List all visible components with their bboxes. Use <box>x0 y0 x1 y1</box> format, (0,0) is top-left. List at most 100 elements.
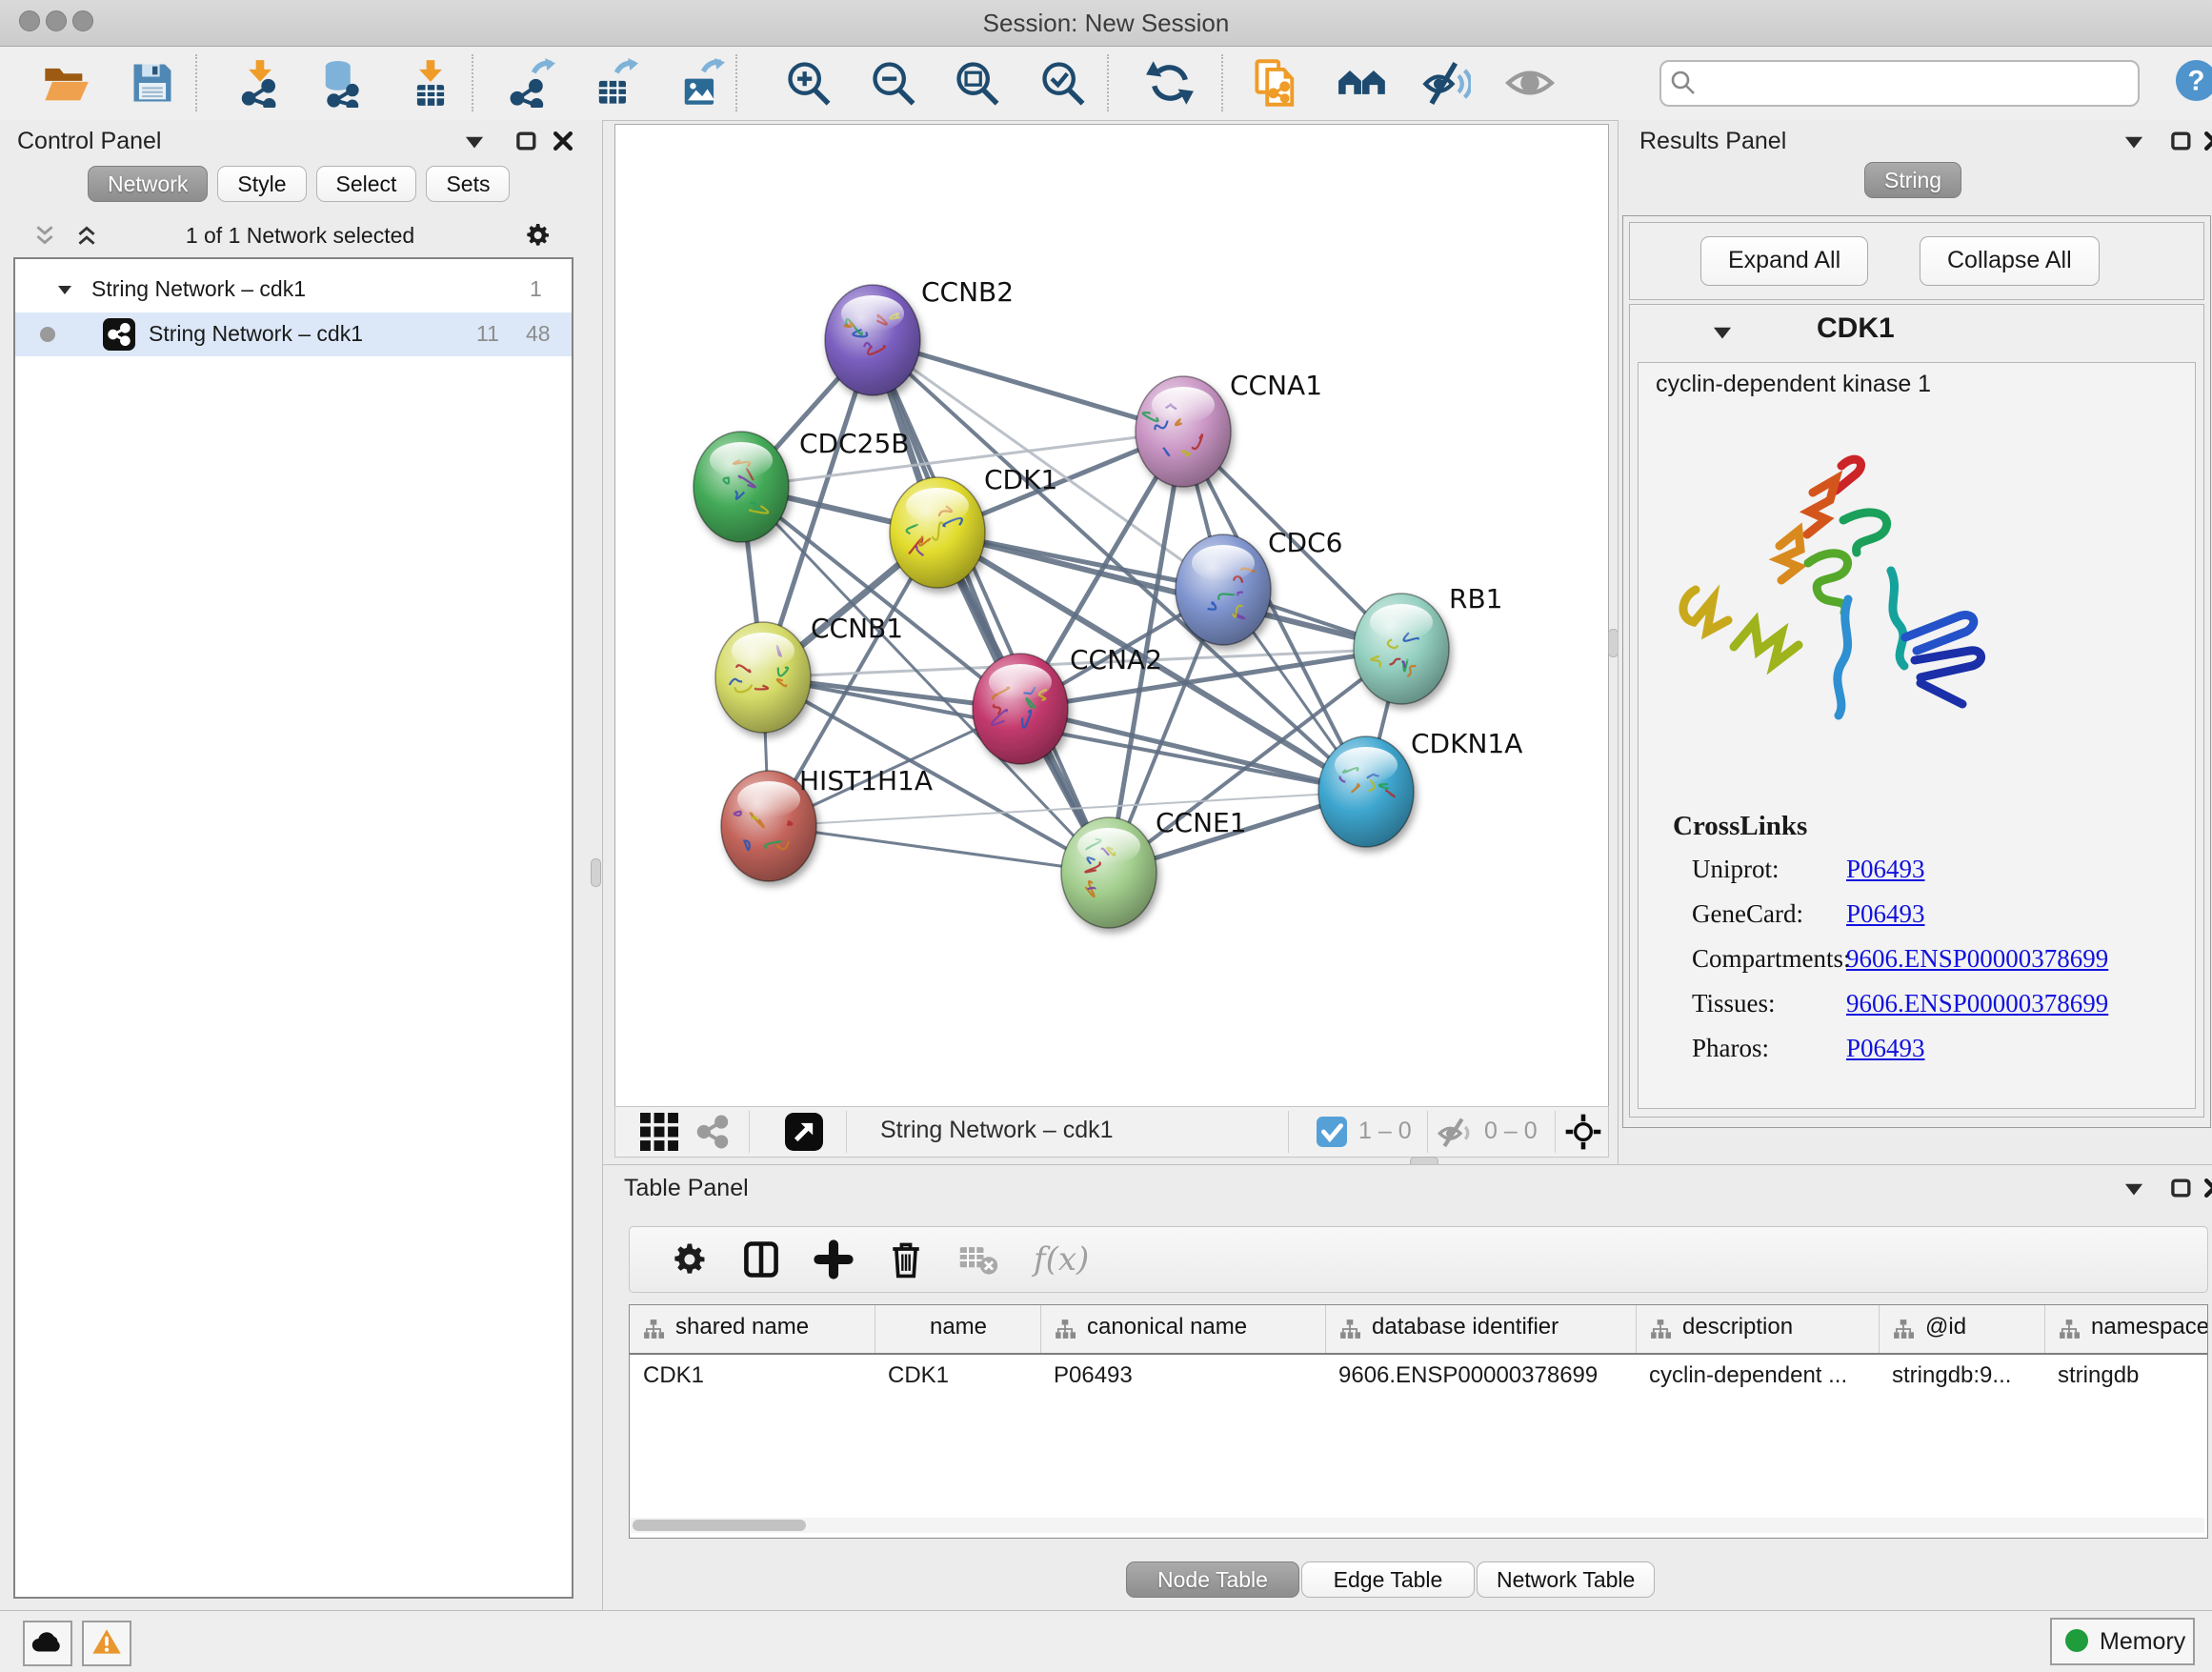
table-cell[interactable]: P06493 <box>1040 1355 1325 1397</box>
save-session-button[interactable] <box>128 58 177 108</box>
export-table-button[interactable] <box>589 58 638 108</box>
node-label-CDK1: CDK1 <box>984 464 1057 495</box>
table-settings-gear-icon[interactable] <box>668 1239 710 1280</box>
export-image-button[interactable] <box>675 58 725 108</box>
table-cell[interactable]: stringdb <box>2044 1355 2208 1397</box>
crosslink-link[interactable]: P06493 <box>1846 855 1925 884</box>
network-options-gear-icon[interactable] <box>522 220 553 251</box>
network-node-count: 11 <box>476 321 499 347</box>
memory-button[interactable]: Memory <box>2050 1618 2195 1665</box>
apply-layout-button[interactable] <box>1145 58 1195 108</box>
network-node-CDKN1A[interactable] <box>1318 736 1414 847</box>
import-network-button[interactable] <box>235 58 285 108</box>
clone-network-button[interactable] <box>1252 58 1301 108</box>
expand-all-networks-icon[interactable] <box>74 223 99 248</box>
cloud-button[interactable] <box>23 1621 72 1666</box>
crosslink-link[interactable]: P06493 <box>1846 899 1925 929</box>
panel-close-icon[interactable] <box>2202 129 2212 153</box>
network-node-CCNA1[interactable] <box>1136 376 1231 487</box>
hide-selected-button[interactable] <box>1421 58 1471 108</box>
add-column-icon[interactable] <box>813 1239 855 1280</box>
show-columns-icon[interactable] <box>740 1239 782 1280</box>
network-canvas[interactable]: CCNB2CCNA1CDC25BCDK1CDC6RB1CCNB1CCNA2CDK… <box>614 124 1609 1107</box>
panel-float-icon[interactable] <box>2169 129 2194 153</box>
protein-expander-icon[interactable] <box>1710 320 1735 345</box>
import-table-button[interactable] <box>406 58 455 108</box>
expand-all-button[interactable]: Expand All <box>1700 236 1868 286</box>
panel-menu-icon[interactable] <box>462 130 487 154</box>
network-node-CDC25B[interactable] <box>694 432 789 542</box>
panel-float-icon[interactable] <box>2169 1176 2194 1200</box>
crosslink-link[interactable]: 9606.ENSP00000378699 <box>1846 944 2108 974</box>
network-edge[interactable] <box>1020 709 1366 792</box>
birdseye-view-icon[interactable] <box>785 1113 823 1151</box>
first-neighbors-button[interactable] <box>1337 58 1387 108</box>
panel-float-icon[interactable] <box>514 129 539 153</box>
panel-menu-icon[interactable] <box>2122 1177 2146 1201</box>
network-edge[interactable] <box>769 826 1109 873</box>
panel-menu-icon[interactable] <box>2122 130 2146 154</box>
export-network-button[interactable] <box>506 58 555 108</box>
table-cell[interactable]: cyclin-dependent ... <box>1636 1355 1879 1397</box>
delete-column-icon[interactable] <box>885 1239 927 1280</box>
collapse-all-button[interactable]: Collapse All <box>1920 236 2100 286</box>
tab-style[interactable]: Style <box>217 166 306 202</box>
column-header[interactable]: namespace <box>2044 1305 2208 1353</box>
table-cell[interactable]: 9606.ENSP00000378699 <box>1325 1355 1636 1397</box>
zoom-fit-button[interactable] <box>953 58 1002 108</box>
current-network-dot <box>40 327 55 342</box>
network-node-CDK1[interactable] <box>890 477 985 588</box>
network-node-CDC6[interactable] <box>1176 534 1271 645</box>
import-database-button[interactable] <box>316 58 366 108</box>
table-tabs: Node TableEdge TableNetwork Table <box>1126 1561 1655 1598</box>
tab-edge-table[interactable]: Edge Table <box>1301 1561 1475 1598</box>
tab-network-table[interactable]: Network Table <box>1477 1561 1655 1598</box>
selected-checkbox-icon[interactable] <box>1317 1117 1347 1147</box>
collapse-all-networks-icon[interactable] <box>32 223 57 248</box>
panel-close-icon[interactable] <box>551 129 575 153</box>
grid-view-icon[interactable] <box>640 1113 678 1151</box>
column-header[interactable]: shared name <box>630 1305 875 1353</box>
crosslink-link[interactable]: 9606.ENSP00000378699 <box>1846 989 2108 1018</box>
table-cell[interactable]: CDK1 <box>630 1355 875 1397</box>
column-header[interactable]: description <box>1636 1305 1880 1353</box>
table-horizontal-scrollbar[interactable] <box>631 1518 2204 1533</box>
network-node-CCNA2[interactable] <box>973 654 1068 764</box>
tab-string[interactable]: String <box>1864 162 1961 198</box>
network-node-CCNB1[interactable] <box>715 622 811 733</box>
left-splitter-handle[interactable] <box>591 858 601 887</box>
fit-selected-crosshair-icon[interactable] <box>1564 1113 1602 1151</box>
node-table[interactable]: shared namenamecanonical namedatabase id… <box>629 1304 2208 1539</box>
network-node-CCNB2[interactable] <box>825 285 920 395</box>
table-cell[interactable]: stringdb:9... <box>1879 1355 2044 1397</box>
help-button[interactable]: ? <box>2174 58 2212 103</box>
tab-network[interactable]: Network <box>88 166 208 202</box>
network-node-RB1[interactable] <box>1354 594 1449 704</box>
zoom-out-button[interactable] <box>869 58 918 108</box>
table-cell[interactable]: CDK1 <box>875 1355 1040 1397</box>
toolbar-separator <box>472 54 473 111</box>
tree-expander-icon[interactable] <box>55 280 74 299</box>
scrollbar-thumb[interactable] <box>633 1520 806 1531</box>
panel-close-icon[interactable] <box>2202 1176 2212 1200</box>
network-tree-root-row[interactable]: String Network – cdk1 1 <box>15 269 572 312</box>
network-node-CCNE1[interactable] <box>1061 817 1156 928</box>
table-header-row: shared namenamecanonical namedatabase id… <box>630 1305 2208 1355</box>
tab-sets[interactable]: Sets <box>426 166 510 202</box>
column-header[interactable]: database identifier <box>1325 1305 1637 1353</box>
column-header[interactable]: canonical name <box>1040 1305 1326 1353</box>
tab-node-table[interactable]: Node Table <box>1126 1561 1299 1598</box>
open-session-button[interactable] <box>41 58 90 108</box>
column-header[interactable]: @id <box>1879 1305 2045 1353</box>
zoom-in-button[interactable] <box>784 58 834 108</box>
column-header[interactable]: name <box>875 1305 1041 1353</box>
search-input[interactable] <box>1705 66 2128 100</box>
network-view-icon[interactable] <box>694 1113 732 1151</box>
warnings-button[interactable] <box>82 1621 131 1666</box>
toolbar-separator <box>1221 54 1223 111</box>
crosslink-link[interactable]: P06493 <box>1846 1034 1925 1063</box>
separator <box>1288 1111 1289 1153</box>
zoom-selected-button[interactable] <box>1038 58 1088 108</box>
network-tree-selected-row[interactable]: String Network – cdk1 11 48 <box>15 312 572 356</box>
tab-select[interactable]: Select <box>316 166 417 202</box>
